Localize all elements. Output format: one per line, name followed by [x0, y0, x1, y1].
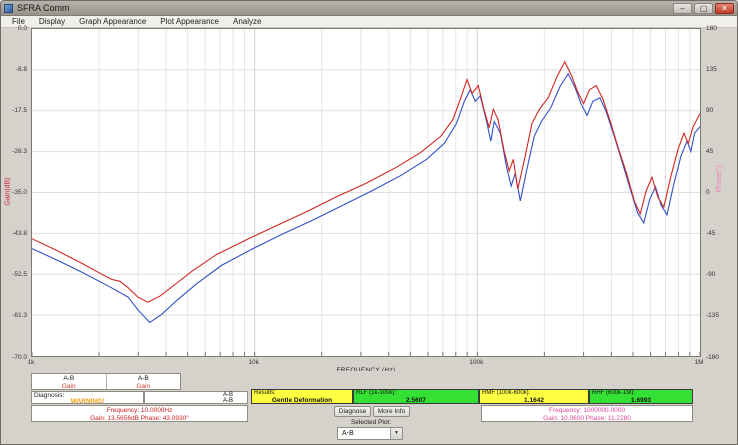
legend-plot-name: A-B — [107, 375, 181, 383]
axis-tick-label: -61.3 — [1, 312, 29, 319]
rlf-metric-cell: RLF (1k-100k): 2.5607 — [353, 389, 479, 404]
axis-tick-label: 0.0 — [1, 25, 29, 32]
axis-tick-label: -45 — [704, 230, 736, 237]
phase-axis-label: Phase(°) — [716, 149, 723, 209]
axis-tick-label: 180 — [704, 25, 736, 32]
axis-tick-label: -135 — [704, 312, 736, 319]
legend-entry[interactable]: A-B Gain — [32, 374, 107, 389]
cursor-gain-phase: Gain: 10.0600 Phase: 11.2280 — [482, 415, 692, 423]
legend-plot-name: A-B — [32, 375, 106, 383]
axis-tick-label: -180 — [704, 354, 736, 361]
axis-tick-label: 10k — [248, 359, 258, 366]
selected-plot-dropdown[interactable]: A-B ▼ — [337, 427, 403, 440]
axis-tick-label: 1k — [28, 359, 35, 366]
chart-zone: Gain(dB) 0.0-8.8-17.5-26.3-35.0-43.8-52.… — [1, 28, 738, 371]
axis-tick-label: 100k — [469, 359, 483, 366]
results-cell: Results: Gentle Deformation — [251, 389, 353, 404]
compared-plots-box: A-B A-B — [144, 391, 248, 404]
frequency-axis-ticks: 1k 10k 100k 1M — [31, 359, 701, 367]
axis-tick-label: -35.0 — [1, 189, 29, 196]
cursor-readout-left: Frequency: 10.0000Hz Gain: 13.5656dB Pha… — [31, 405, 248, 422]
plot-area[interactable] — [31, 28, 701, 357]
legend-signal-name: Gain — [107, 383, 181, 391]
axis-tick-label: -17.5 — [1, 107, 29, 114]
rmf-metric-cell: RMF (100k-600k): 1.1642 — [479, 389, 589, 404]
frequency-response-plot[interactable] — [32, 29, 700, 356]
more-info-button[interactable]: More Info — [373, 406, 410, 417]
minimize-button[interactable]: – — [673, 3, 692, 14]
menu-item-display[interactable]: Display — [32, 17, 72, 26]
close-button[interactable]: ✕ — [715, 3, 734, 14]
rlf-value: 2.5607 — [354, 397, 478, 404]
legend-signal-name: Gain — [32, 383, 106, 391]
legend-entry[interactable]: A-B Gain — [107, 374, 181, 389]
rhf-label: RHF (600k-1M): — [592, 390, 635, 396]
title-bar: SFRA Comm – ▢ ✕ — [1, 1, 737, 16]
maximize-button[interactable]: ▢ — [694, 3, 713, 14]
menu-item-plot-appearance[interactable]: Plot Appearance — [153, 17, 226, 26]
rmf-label: RMF (100k-600k): — [482, 390, 530, 396]
axis-tick-label: -26.3 — [1, 148, 29, 155]
plot-legend: A-B Gain A-B Gain — [31, 373, 181, 390]
axis-tick-label: -90 — [704, 271, 736, 278]
rlf-label: RLF (1k-100k): — [356, 390, 396, 396]
menu-bar: FileDisplayGraph AppearancePlot Appearan… — [1, 16, 737, 28]
diagnosis-status: WARNING! — [32, 398, 143, 405]
results-value: Gentle Deformation — [252, 397, 352, 404]
axis-tick-label: -70.0 — [1, 354, 29, 361]
chevron-down-icon[interactable]: ▼ — [390, 428, 402, 439]
diagnose-button[interactable]: Diagnose — [334, 406, 371, 417]
cursor-frequency: Frequency: 1000000.0000 — [482, 407, 692, 415]
app-icon — [4, 4, 13, 13]
window-title: SFRA Comm — [17, 3, 671, 13]
selected-plot-label: Selected Plot: — [321, 419, 421, 426]
rhf-metric-cell: RHF (600k-1M): 1.6993 — [589, 389, 693, 404]
axis-tick-label: 135 — [704, 66, 736, 73]
app-window: SFRA Comm – ▢ ✕ FileDisplayGraph Appeara… — [0, 0, 738, 445]
cursor-frequency: Frequency: 10.0000Hz — [32, 407, 247, 415]
gain-axis-ticks: 0.0-8.8-17.5-26.3-35.0-43.8-52.5-61.3-70… — [1, 28, 29, 357]
axis-tick-label: 1M — [694, 359, 703, 366]
bottom-panel: A-B Gain A-B Gain Diagnosis: WARNING! A-… — [1, 371, 738, 445]
results-label: Results: — [254, 390, 276, 396]
diagnosis-box: Diagnosis: WARNING! — [31, 391, 144, 404]
compared-plot-name: A-B — [145, 398, 233, 404]
rhf-value: 1.6993 — [590, 397, 692, 404]
selected-plot-value: A-B — [342, 430, 354, 437]
axis-tick-label: -52.5 — [1, 271, 29, 278]
axis-tick-label: -43.8 — [1, 230, 29, 237]
menu-item-analyze[interactable]: Analyze — [226, 17, 268, 26]
axis-tick-label: -8.8 — [1, 66, 29, 73]
menu-item-graph-appearance[interactable]: Graph Appearance — [72, 17, 153, 26]
cursor-readout-right: Frequency: 1000000.0000 Gain: 10.0600 Ph… — [481, 405, 693, 422]
rmf-value: 1.1642 — [480, 397, 588, 404]
axis-tick-label: 90 — [704, 107, 736, 114]
cursor-gain-phase: Gain: 13.5656dB Phase: 43.0930° — [32, 415, 247, 423]
